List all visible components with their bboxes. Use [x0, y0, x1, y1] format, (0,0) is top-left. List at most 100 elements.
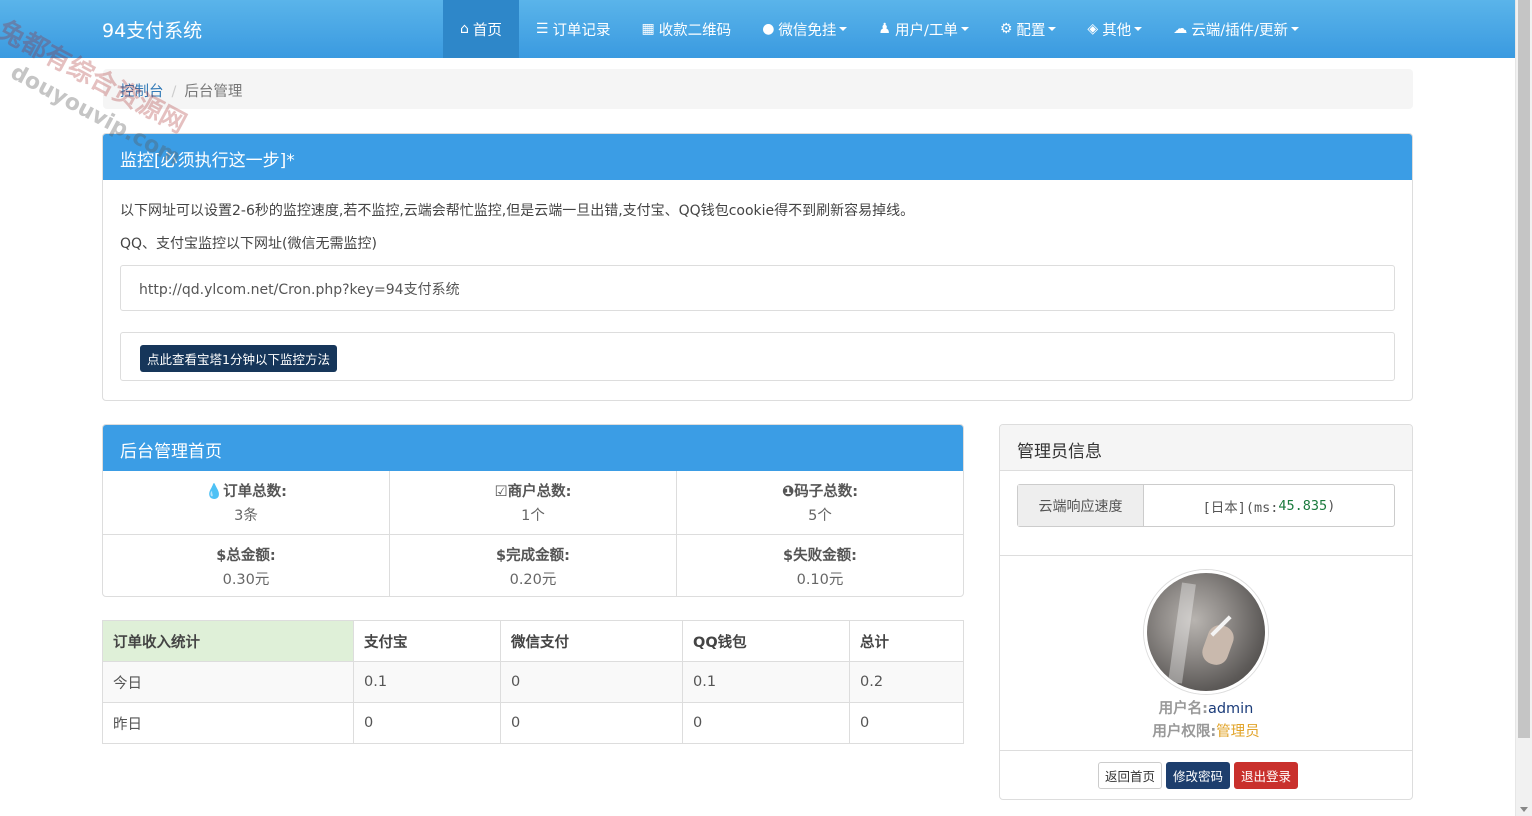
- table-cell: 0.1: [682, 661, 850, 703]
- admin-home-panel: 后台管理首页 💧订单总数: 3条 ☑商户总数: 1个 ❶码子总数: 5个 $总金…: [102, 424, 964, 597]
- breadcrumb: 控制台 / 后台管理: [103, 69, 1413, 109]
- nav-other[interactable]: ◈ 其他: [1070, 0, 1156, 58]
- role-value: 管理员: [1216, 724, 1260, 740]
- table-cell: 0: [682, 702, 850, 744]
- wechat-icon: ●: [762, 21, 775, 37]
- stat-value: 0.30元: [222, 572, 270, 588]
- table-cell: 今日: [102, 661, 354, 703]
- speed-prefix: [日本](ms:: [1202, 499, 1279, 516]
- scroll-down-icon[interactable]: [1520, 807, 1528, 812]
- table-header: 订单收入统计: [102, 620, 354, 662]
- breadcrumb-current: 后台管理: [184, 84, 243, 100]
- stat-label: 码子总数:: [794, 484, 859, 500]
- table-header: 总计: [849, 620, 964, 662]
- nav-qrcode-label: 收款二维码: [658, 22, 732, 39]
- nav-orders[interactable]: ☰ 订单记录: [519, 0, 625, 58]
- cloud-speed-label: 云端响应速度: [1018, 485, 1144, 526]
- speed-suffix: ): [1327, 497, 1336, 514]
- dollar-icon: $: [216, 548, 227, 564]
- page-scrollbar[interactable]: [1515, 0, 1532, 816]
- role-line: 用户权限:管理员: [1000, 720, 1412, 741]
- admin-info-panel: 管理员信息 云端响应速度 [日本](ms: 45.835) 用户名:admin 用…: [999, 424, 1413, 800]
- dollar-icon: $: [783, 548, 794, 564]
- change-password-button[interactable]: 修改密码: [1166, 762, 1231, 789]
- username-line: 用户名:admin: [1000, 697, 1412, 718]
- stat-value: 0.20元: [509, 572, 557, 588]
- nav-config-label: 配置: [1016, 22, 1046, 39]
- nav-config[interactable]: ⚙ 配置: [983, 0, 1071, 58]
- nav-cloud-label: 云端/插件/更新: [1191, 22, 1288, 39]
- monitor-panel-title: 监控[必须执行这一步]*: [103, 134, 1412, 180]
- stat-label: 总金额:: [226, 548, 276, 564]
- stats-grid: 💧订单总数: 3条 ☑商户总数: 1个 ❶码子总数: 5个 $总金额: 0.30…: [103, 471, 963, 597]
- table-cell: 昨日: [102, 702, 354, 744]
- stat-value: 1个: [521, 508, 545, 524]
- stat-label: 订单总数:: [223, 484, 287, 500]
- chevron-down-icon: [839, 27, 848, 31]
- chevron-down-icon: [1048, 27, 1057, 31]
- user-icon: ♟: [878, 21, 891, 37]
- table-cell: 0: [849, 702, 964, 744]
- cube-icon: ◈: [1087, 21, 1099, 37]
- speed-ms: 45.835: [1278, 497, 1328, 514]
- home-icon: ⌂: [460, 21, 469, 37]
- table-header: QQ钱包: [682, 620, 850, 662]
- admin-home-title: 后台管理首页: [103, 425, 963, 471]
- gear-icon: ⚙: [999, 21, 1013, 37]
- stats-row: 💧订单总数: 3条 ☑商户总数: 1个 ❶码子总数: 5个: [103, 471, 963, 534]
- info-circle-icon: ❶: [781, 484, 795, 500]
- cloud-speed-group: 云端响应速度 [日本](ms: 45.835): [1017, 484, 1395, 527]
- username-value: admin: [1207, 701, 1254, 717]
- brand-title[interactable]: 94支付系统: [102, 16, 202, 43]
- stat-value: 5个: [808, 508, 832, 524]
- nav-orders-label: 订单记录: [552, 22, 611, 39]
- stat-value: 3条: [234, 508, 258, 524]
- scrollbar-thumb[interactable]: [1518, 0, 1530, 738]
- chevron-down-icon: [1290, 27, 1299, 31]
- checkbox-icon: ☑: [494, 484, 508, 500]
- monitor-description: 以下网址可以设置2-6秒的监控速度,若不监控,云端会帮忙监控,但是云端一旦出错,…: [120, 203, 915, 219]
- table-cell: 0.1: [353, 661, 501, 703]
- table-header-row: 订单收入统计 支付宝 微信支付 QQ钱包 总计: [102, 620, 964, 662]
- role-label: 用户权限:: [1152, 724, 1217, 740]
- list-icon: ☰: [535, 21, 549, 37]
- stat-failed-amount: $失败金额: 0.10元: [676, 535, 963, 597]
- breadcrumb-separator: /: [171, 84, 177, 100]
- stat-code-count: ❶码子总数: 5个: [676, 471, 963, 534]
- stat-merchant-count: ☑商户总数: 1个: [389, 471, 676, 534]
- nav-qrcode[interactable]: ▦ 收款二维码: [624, 0, 745, 58]
- cloud-icon: ☁: [1173, 21, 1188, 37]
- logout-button[interactable]: 退出登录: [1234, 762, 1299, 789]
- admin-actions: 返回首页 修改密码 退出登录: [1098, 762, 1299, 789]
- table-header: 微信支付: [500, 620, 683, 662]
- stat-label: 商户总数:: [507, 484, 572, 500]
- nav-wechat[interactable]: ● 微信免挂: [745, 0, 861, 58]
- dollar-icon: $: [496, 548, 507, 564]
- admin-info-title: 管理员信息: [1000, 425, 1412, 471]
- stat-completed-amount: $完成金额: 0.20元: [389, 535, 676, 597]
- back-home-button[interactable]: 返回首页: [1098, 762, 1163, 789]
- top-navbar: 94支付系统 ⌂ 首页 ☰ 订单记录 ▦ 收款二维码 ● 微信免挂 ♟ 用户/工…: [0, 0, 1515, 58]
- chevron-down-icon: [960, 27, 969, 31]
- table-cell: 0: [500, 661, 683, 703]
- stat-order-count: 💧订单总数: 3条: [103, 471, 389, 534]
- divider: [1000, 750, 1412, 751]
- chevron-down-icon: [1134, 27, 1143, 31]
- nav-users[interactable]: ♟ 用户/工单: [861, 0, 982, 58]
- monitor-url-field[interactable]: http://qd.ylcom.net/Cron.php?key=94支付系统: [120, 265, 1395, 311]
- stat-value: 0.10元: [796, 572, 844, 588]
- table-cell: 0: [353, 702, 501, 744]
- breadcrumb-root-link[interactable]: 控制台: [120, 84, 164, 100]
- nav-other-label: 其他: [1102, 22, 1132, 39]
- stat-label: 失败金额:: [793, 548, 857, 564]
- stat-total-amount: $总金额: 0.30元: [103, 535, 389, 597]
- table-row: 昨日 0 0 0 0: [102, 702, 964, 744]
- nav-users-label: 用户/工单: [894, 22, 958, 39]
- table-cell: 0.2: [849, 661, 964, 703]
- nav-wechat-label: 微信免挂: [778, 22, 837, 39]
- nav-home[interactable]: ⌂ 首页: [443, 0, 519, 58]
- drop-icon: 💧: [205, 484, 224, 500]
- table-cell: 0: [500, 702, 683, 744]
- baota-monitor-help-button[interactable]: 点此查看宝塔1分钟以下监控方法: [140, 345, 337, 372]
- nav-cloud[interactable]: ☁ 云端/插件/更新: [1156, 0, 1313, 58]
